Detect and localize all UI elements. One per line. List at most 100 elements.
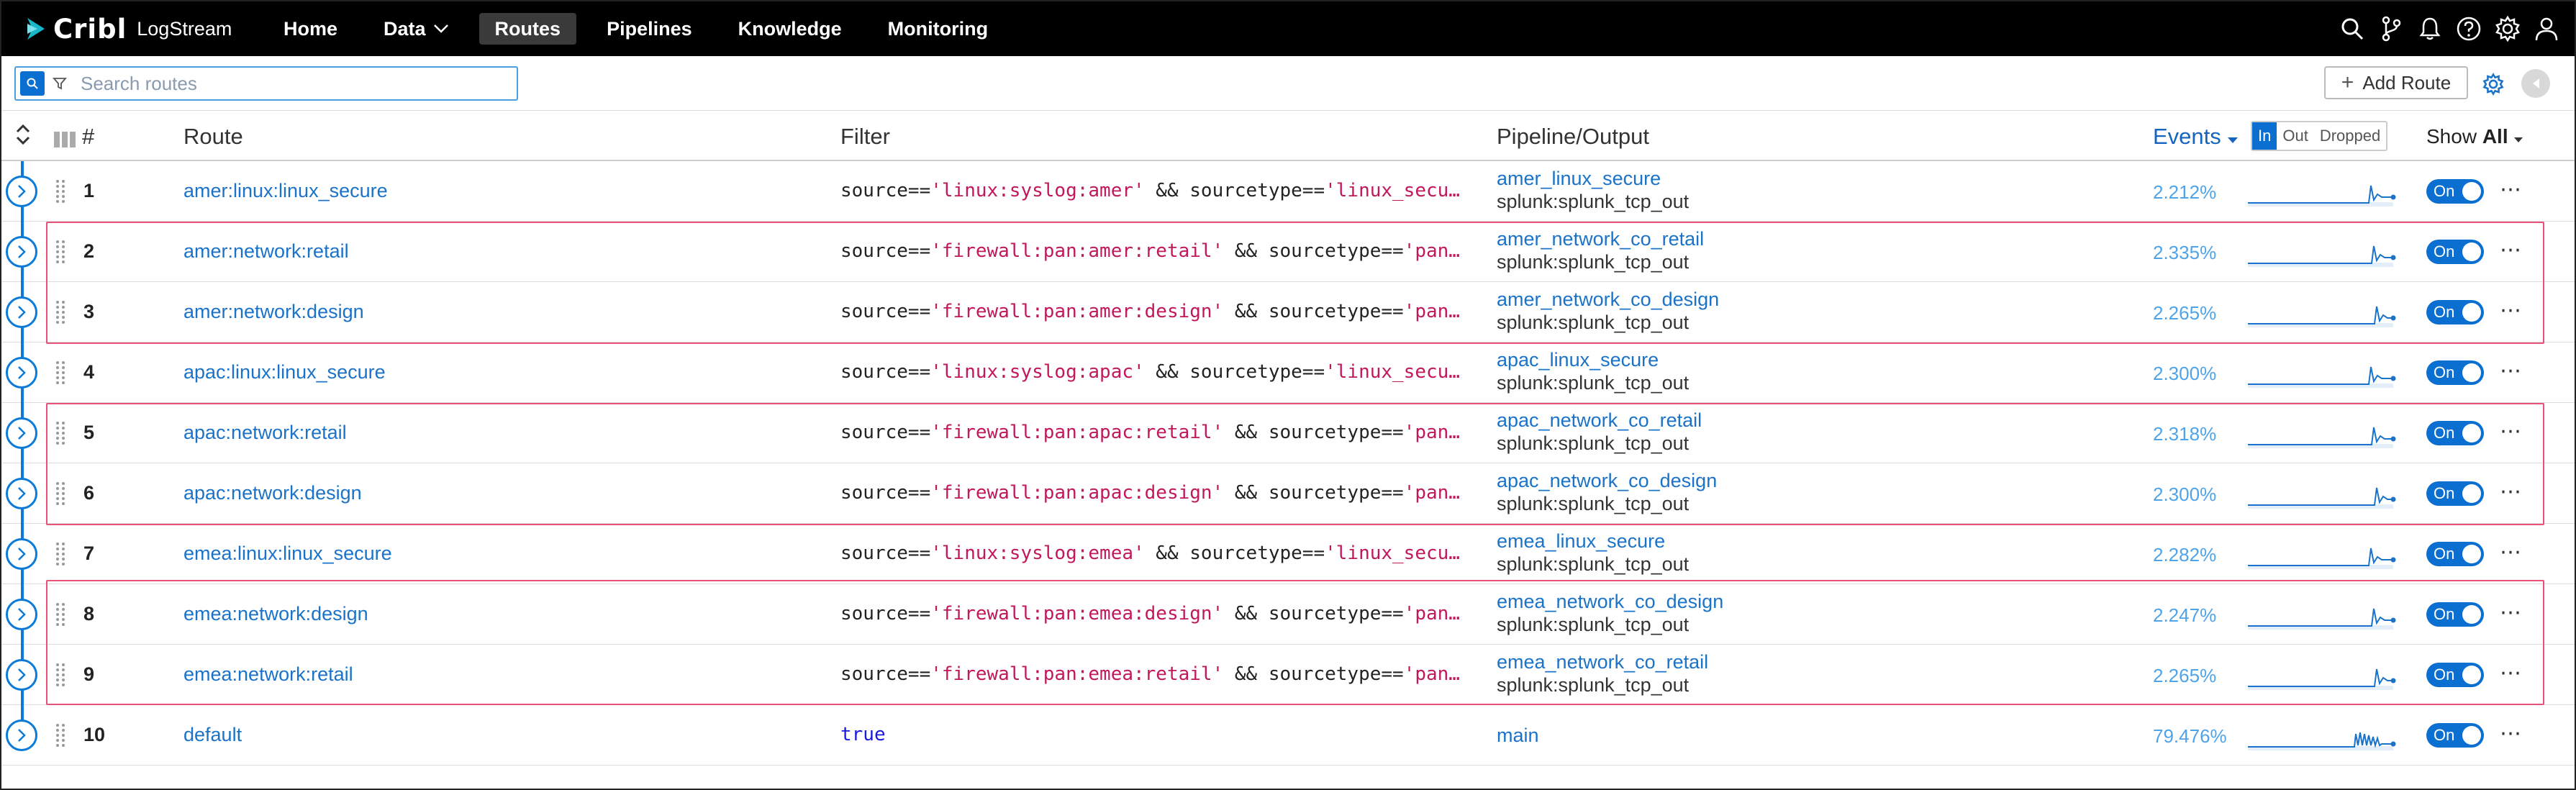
route-enable-toggle[interactable]: On	[2426, 481, 2484, 506]
columns-icon[interactable]	[53, 128, 78, 154]
nav-routes[interactable]: Routes	[479, 13, 577, 45]
table-row[interactable]: 9 emea:network:retail source=='firewall:…	[1, 645, 2575, 705]
pipeline-link[interactable]: apac_network_co_retail	[1497, 409, 1702, 432]
route-filter[interactable]: source=='firewall:pan:apac:retail' && so…	[840, 422, 1466, 443]
table-row[interactable]: 6 apac:network:design source=='firewall:…	[1, 463, 2575, 524]
pipeline-link[interactable]: amer_network_co_retail	[1497, 227, 1704, 250]
help-icon[interactable]	[2451, 12, 2487, 46]
more-options-icon[interactable]: ⋯	[2500, 237, 2523, 263]
expand-route-button[interactable]	[6, 296, 37, 328]
search-button[interactable]	[20, 71, 45, 96]
nav-data[interactable]: Data	[368, 13, 465, 45]
io-out-option[interactable]: Out	[2277, 122, 2313, 150]
drag-handle-icon[interactable]	[55, 541, 66, 567]
route-name-link[interactable]: amer:network:retail	[183, 240, 349, 263]
route-enable-toggle[interactable]: On	[2426, 602, 2484, 627]
expand-route-button[interactable]	[6, 478, 37, 509]
route-name-link[interactable]: emea:network:retail	[183, 663, 353, 686]
expand-route-button[interactable]	[6, 417, 37, 449]
route-name-link[interactable]: amer:linux:linux_secure	[183, 180, 388, 202]
expand-route-button[interactable]	[6, 538, 37, 570]
expand-route-button[interactable]	[6, 659, 37, 691]
pipeline-link[interactable]: amer_linux_secure	[1497, 167, 1689, 190]
table-row[interactable]: 3 amer:network:design source=='firewall:…	[1, 282, 2575, 342]
filter-button[interactable]	[47, 71, 72, 96]
cribl-logo[interactable]: Cribl LogStream	[26, 13, 232, 45]
drag-handle-icon[interactable]	[55, 481, 66, 507]
more-options-icon[interactable]: ⋯	[2500, 721, 2523, 746]
route-enable-toggle[interactable]: On	[2426, 179, 2484, 204]
column-header-events[interactable]: Events	[2153, 124, 2239, 150]
route-filter[interactable]: true	[840, 724, 1466, 745]
route-filter[interactable]: source=='firewall:pan:emea:retail' && so…	[840, 663, 1466, 685]
pipeline-link[interactable]: emea_linux_secure	[1497, 530, 1689, 553]
search-input[interactable]	[81, 72, 512, 95]
route-name-link[interactable]: apac:linux:linux_secure	[183, 361, 386, 383]
drag-handle-icon[interactable]	[55, 722, 66, 748]
table-row[interactable]: 8 emea:network:design source=='firewall:…	[1, 584, 2575, 645]
io-in-option[interactable]: In	[2252, 122, 2277, 150]
git-branch-icon[interactable]	[2373, 12, 2409, 46]
drag-handle-icon[interactable]	[55, 662, 66, 688]
drag-handle-icon[interactable]	[55, 239, 66, 265]
more-options-icon[interactable]: ⋯	[2500, 479, 2523, 504]
pipeline-link[interactable]: main	[1497, 724, 1539, 747]
route-filter[interactable]: source=='linux:syslog:emea' && sourcetyp…	[840, 542, 1466, 564]
more-options-icon[interactable]: ⋯	[2500, 358, 2523, 383]
drag-handle-icon[interactable]	[55, 178, 66, 204]
route-name-link[interactable]: emea:network:design	[183, 603, 368, 625]
route-enable-toggle[interactable]: On	[2426, 240, 2484, 264]
route-name-link[interactable]: apac:network:design	[183, 482, 362, 504]
route-filter[interactable]: source=='linux:syslog:apac' && sourcetyp…	[840, 361, 1466, 383]
route-enable-toggle[interactable]: On	[2426, 723, 2484, 748]
nav-monitoring[interactable]: Monitoring	[872, 13, 1004, 45]
more-options-icon[interactable]: ⋯	[2500, 540, 2523, 565]
route-name-link[interactable]: apac:network:retail	[183, 422, 347, 444]
pipeline-link[interactable]: emea_network_co_design	[1497, 590, 1723, 613]
more-options-icon[interactable]: ⋯	[2500, 660, 2523, 686]
table-row[interactable]: 5 apac:network:retail source=='firewall:…	[1, 403, 2575, 463]
route-enable-toggle[interactable]: On	[2426, 300, 2484, 324]
table-row[interactable]: 7 emea:linux:linux_secure source=='linux…	[1, 524, 2575, 584]
drag-handle-icon[interactable]	[55, 420, 66, 446]
nav-pipelines[interactable]: Pipelines	[591, 13, 708, 45]
table-row[interactable]: 4 apac:linux:linux_secure source=='linux…	[1, 342, 2575, 403]
nav-home[interactable]: Home	[268, 13, 353, 45]
expand-route-button[interactable]	[6, 236, 37, 268]
table-row[interactable]: 2 amer:network:retail source=='firewall:…	[1, 222, 2575, 282]
pipeline-link[interactable]: emea_network_co_retail	[1497, 650, 1708, 673]
table-row[interactable]: 1 amer:linux:linux_secure source=='linux…	[1, 161, 2575, 222]
nav-knowledge[interactable]: Knowledge	[722, 13, 858, 45]
routes-settings-gear-icon[interactable]	[2480, 71, 2507, 98]
drag-handle-icon[interactable]	[55, 299, 66, 325]
route-name-link[interactable]: amer:network:design	[183, 301, 364, 323]
user-icon[interactable]	[2529, 12, 2564, 46]
route-enable-toggle[interactable]: On	[2426, 360, 2484, 385]
route-filter[interactable]: source=='firewall:pan:amer:retail' && so…	[840, 240, 1466, 262]
route-filter[interactable]: source=='firewall:pan:apac:design' && so…	[840, 482, 1466, 504]
bell-icon[interactable]	[2412, 12, 2448, 46]
sort-toggle-icon[interactable]	[14, 122, 32, 153]
route-enable-toggle[interactable]: On	[2426, 542, 2484, 566]
drag-handle-icon[interactable]	[55, 601, 66, 627]
route-filter[interactable]: source=='firewall:pan:amer:design' && so…	[840, 301, 1466, 322]
drag-handle-icon[interactable]	[55, 360, 66, 386]
pipeline-link[interactable]: amer_network_co_design	[1497, 288, 1719, 311]
route-filter[interactable]: source=='linux:syslog:amer' && sourcetyp…	[840, 180, 1466, 201]
expand-route-button[interactable]	[6, 176, 37, 207]
io-dropped-option[interactable]: Dropped	[2314, 122, 2386, 150]
route-name-link[interactable]: emea:linux:linux_secure	[183, 542, 392, 565]
route-filter[interactable]: source=='firewall:pan:emea:design' && so…	[840, 603, 1466, 625]
expand-route-button[interactable]	[6, 719, 37, 751]
route-enable-toggle[interactable]: On	[2426, 663, 2484, 687]
pipeline-link[interactable]: apac_network_co_design	[1497, 469, 1717, 492]
pipeline-link[interactable]: apac_linux_secure	[1497, 348, 1689, 371]
more-options-icon[interactable]: ⋯	[2500, 600, 2523, 625]
more-options-icon[interactable]: ⋯	[2500, 419, 2523, 444]
route-enable-toggle[interactable]: On	[2426, 421, 2484, 445]
settings-gear-icon[interactable]	[2490, 12, 2526, 46]
collapse-panel-button[interactable]	[2521, 69, 2550, 98]
table-row[interactable]: 10 default true main 79.476% On ⋯	[1, 705, 2575, 766]
show-all-dropdown[interactable]: Show All	[2426, 125, 2523, 148]
add-route-button[interactable]: + Add Route	[2324, 66, 2468, 99]
